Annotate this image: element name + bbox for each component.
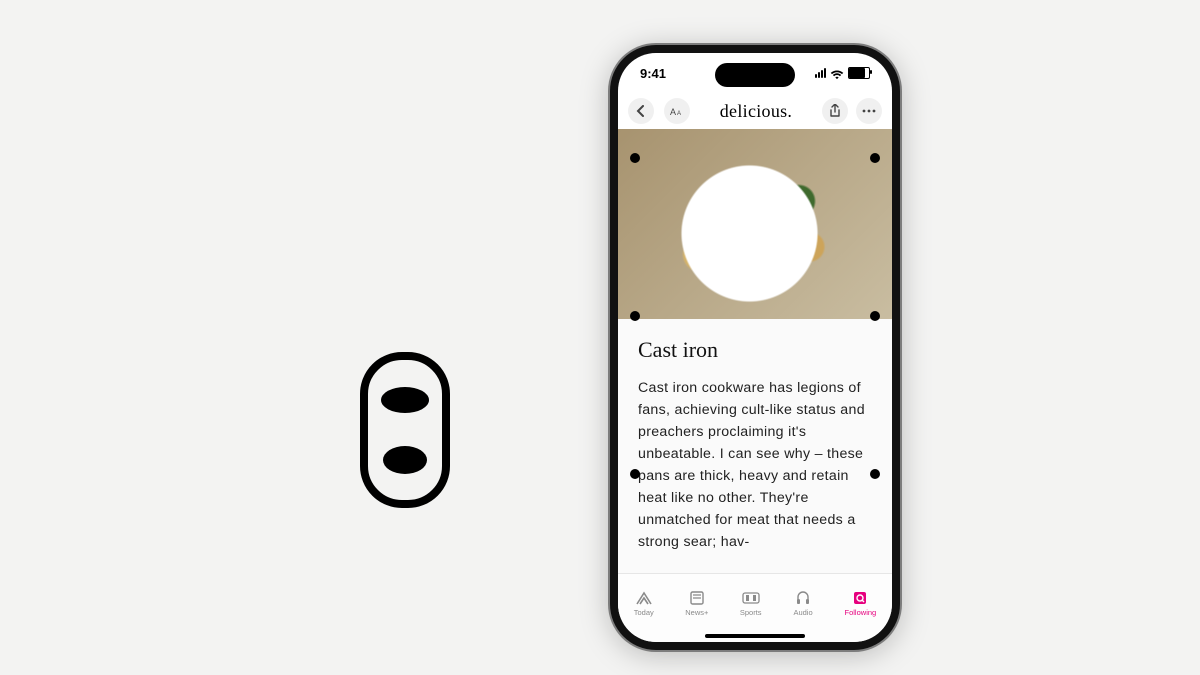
motion-cue-dot bbox=[630, 311, 640, 321]
tab-label: News+ bbox=[685, 608, 708, 617]
motion-cue-dot bbox=[870, 311, 880, 321]
home-indicator[interactable] bbox=[705, 634, 805, 638]
article-nav-bar: AA delicious. bbox=[618, 93, 892, 129]
audio-icon bbox=[793, 590, 813, 606]
tab-following[interactable]: Following bbox=[845, 590, 877, 617]
article-paragraph: Cast iron cookware has legions of fans, … bbox=[638, 377, 872, 553]
motion-cue-dot bbox=[630, 469, 640, 479]
svg-text:A: A bbox=[677, 111, 681, 117]
more-button[interactable] bbox=[856, 98, 882, 124]
phone-frame: 9:41 AA delicious. bbox=[610, 45, 900, 650]
phone-screen: 9:41 AA delicious. bbox=[618, 53, 892, 642]
motion-cue-dot bbox=[630, 153, 640, 163]
tab-audio[interactable]: Audio bbox=[793, 590, 813, 617]
sports-icon bbox=[741, 590, 761, 606]
motion-cue-dot bbox=[870, 153, 880, 163]
tab-sports[interactable]: Sports bbox=[740, 590, 762, 617]
article-body[interactable]: Cast iron Cast iron cookware has legions… bbox=[618, 319, 892, 584]
battery-icon bbox=[848, 67, 870, 79]
dynamic-island bbox=[715, 63, 795, 87]
status-time: 9:41 bbox=[640, 66, 666, 81]
wifi-icon bbox=[830, 68, 844, 78]
stage: 9:41 AA delicious. bbox=[0, 0, 1200, 675]
tab-newsplus[interactable]: News+ bbox=[685, 590, 708, 617]
tab-label: Today bbox=[634, 608, 654, 617]
tab-label: Sports bbox=[740, 608, 762, 617]
tab-label: Following bbox=[845, 608, 877, 617]
tab-bar: Today News+ Sports Audio Following bbox=[618, 573, 892, 642]
svg-text:A: A bbox=[670, 107, 676, 117]
publication-title: delicious. bbox=[700, 101, 812, 122]
text-size-button[interactable]: AA bbox=[664, 98, 690, 124]
back-button[interactable] bbox=[628, 98, 654, 124]
text-size-icon: AA bbox=[670, 105, 684, 117]
chevron-left-icon bbox=[636, 105, 646, 117]
ellipsis-icon bbox=[862, 109, 876, 113]
news-icon bbox=[634, 590, 654, 606]
article-hero-image bbox=[618, 129, 892, 319]
car-top-view-icon bbox=[350, 350, 460, 510]
motion-cue-dot bbox=[870, 469, 880, 479]
newsplus-icon bbox=[687, 590, 707, 606]
article-heading: Cast iron bbox=[638, 337, 872, 363]
share-button[interactable] bbox=[822, 98, 848, 124]
tab-label: Audio bbox=[793, 608, 812, 617]
share-icon bbox=[829, 104, 841, 118]
cellular-signal-icon bbox=[815, 68, 826, 78]
tab-today[interactable]: Today bbox=[634, 590, 654, 617]
following-icon bbox=[850, 590, 870, 606]
